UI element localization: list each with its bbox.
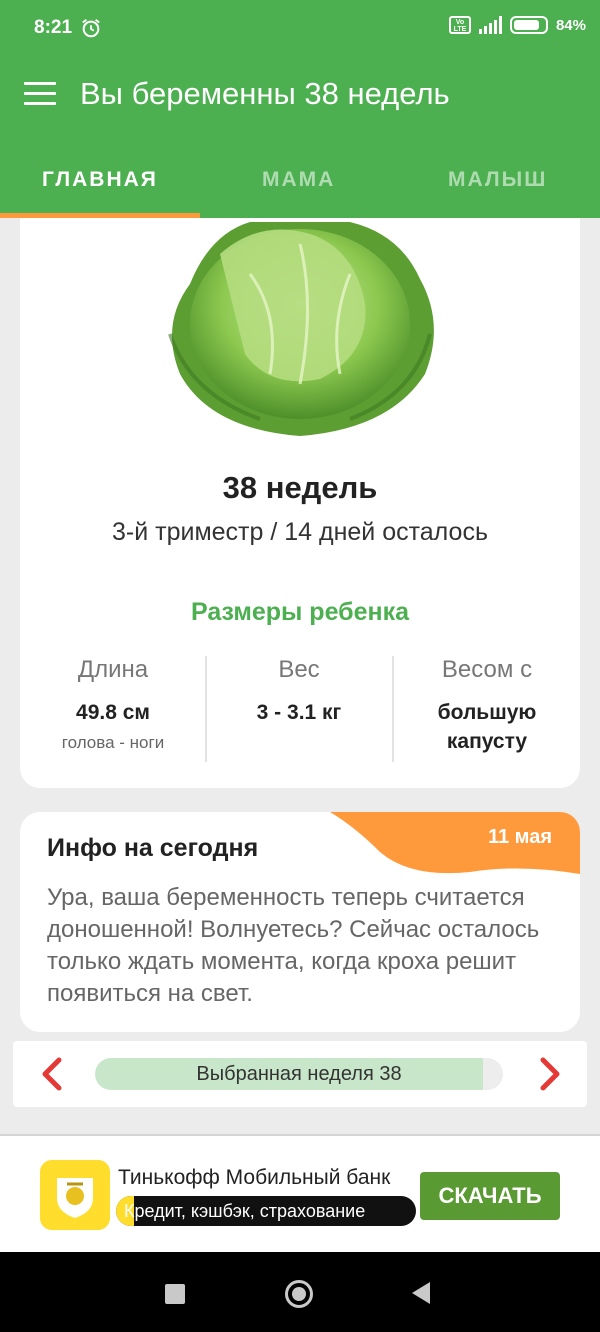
battery-percent: 84% [555, 16, 586, 34]
alarm-icon [82, 19, 100, 38]
home-icon[interactable] [285, 1280, 313, 1308]
ad-banner[interactable]: Тинькофф Мобильный банк Кредит, кэшбэк, … [0, 1134, 600, 1252]
previous-week-arrow-icon[interactable] [33, 1054, 73, 1094]
battery-icon [509, 16, 548, 34]
back-icon[interactable] [412, 1282, 430, 1304]
week-card: 38 недель 3-й триместр / 14 дней осталос… [20, 218, 580, 788]
comparison-label: Весом с [441, 656, 533, 683]
ad-subtitle-bar: Кредит, кэшбэк, страхование [116, 1196, 416, 1226]
info-text: Ура, ваша беременность теперь считается … [47, 884, 540, 1007]
status-bar: 8:21 Vo LTE 84% [0, 0, 600, 58]
info-date: 11 мая [487, 826, 552, 848]
selected-week-label: Выбранная неделя 38 [196, 1063, 402, 1085]
page-title: Вы беременны 38 недель [80, 76, 450, 111]
next-week-arrow-icon[interactable] [529, 1054, 569, 1094]
status-right: Vo LTE 84% [448, 16, 586, 34]
hamburger-menu-icon[interactable] [24, 82, 56, 106]
weight-column: Вес 3 - 3.1 кг [206, 656, 392, 727]
info-title: Инфо на сегодня [47, 834, 259, 862]
length-sub: голова - ноги [61, 733, 165, 752]
signal-icon [478, 16, 502, 34]
recents-icon[interactable] [165, 1284, 185, 1304]
comparison-value: большую капусту [437, 701, 537, 753]
app-bar: 8:21 Vo LTE 84% Вы беременны 38 недель Г… [0, 0, 600, 218]
weight-label: Вес [278, 656, 320, 683]
comparison-column: Весом с большую капусту [394, 656, 580, 756]
volte-icon: Vo LTE [448, 16, 471, 34]
trimester-info: 3-й триместр / 14 дней осталось [112, 518, 488, 546]
tab-main[interactable]: ГЛАВНАЯ [42, 168, 158, 192]
info-card: 11 мая Инфо на сегодня Ура, ваша беремен… [20, 812, 580, 1032]
week-selector: Выбранная неделя 38 [13, 1041, 587, 1107]
week-title: 38 недель [222, 470, 378, 505]
system-nav-bar [0, 1252, 600, 1332]
ad-subtitle: Кредит, кэшбэк, страхование [124, 1201, 366, 1221]
cabbage-image [168, 222, 434, 436]
tab-bar: ГЛАВНАЯ МАМА МАЛЫШ [0, 160, 600, 218]
length-column: Длина 49.8 см голова - ноги [20, 656, 206, 753]
length-label: Длина [77, 656, 149, 683]
baby-sizes-title: Размеры ребенка [190, 598, 410, 626]
weight-value: 3 - 3.1 кг [256, 701, 342, 724]
week-progress-bar[interactable]: Выбранная неделя 38 [95, 1058, 503, 1090]
status-time: 8:21 [34, 17, 73, 38]
tinkoff-logo-icon [40, 1160, 110, 1230]
tab-mom[interactable]: МАМА [262, 168, 335, 192]
tab-baby[interactable]: МАЛЫШ [448, 168, 547, 192]
ad-title: Тинькофф Мобильный банк [118, 1166, 391, 1189]
length-value: 49.8 см [76, 701, 150, 724]
download-button[interactable]: СКАЧАТЬ [420, 1172, 560, 1220]
